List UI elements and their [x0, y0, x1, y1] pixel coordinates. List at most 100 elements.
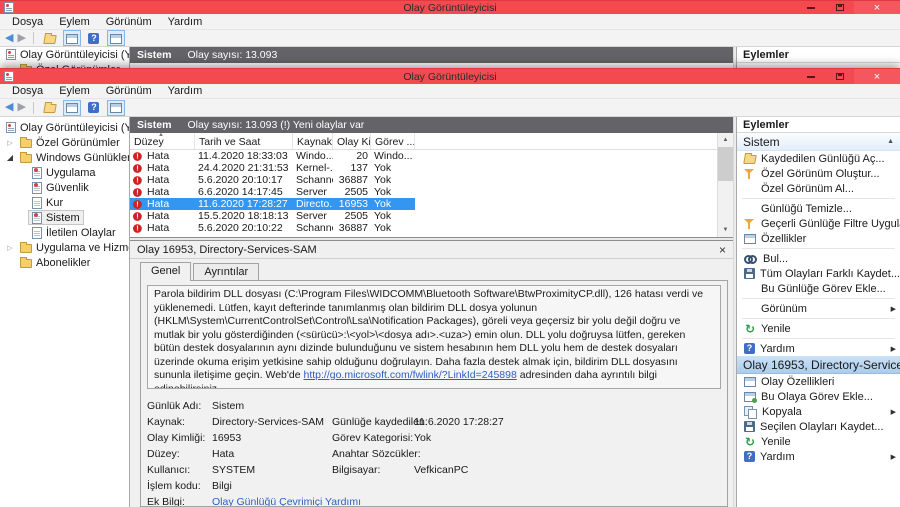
- help-button[interactable]: [85, 100, 103, 116]
- log-summary-bar: Sistem Olay sayısı: 13.093 (!) Yeni olay…: [130, 117, 733, 133]
- column-header-3[interactable]: Olay Ki...: [333, 133, 371, 149]
- action-0-9[interactable]: Tüm Olayları Farklı Kaydet...: [737, 266, 900, 281]
- scroll-down-icon[interactable]: ▼: [718, 223, 733, 237]
- menu-item-1[interactable]: Eylem: [51, 85, 98, 97]
- action-1-4[interactable]: Yenile: [737, 434, 900, 449]
- menu-item-0[interactable]: Dosya: [4, 85, 51, 97]
- scrollbar-thumb[interactable]: [718, 147, 733, 181]
- action-0-14[interactable]: Yenile: [737, 321, 900, 336]
- show-console-tree-button[interactable]: [63, 100, 81, 116]
- menu-item-2[interactable]: Görünüm: [98, 85, 160, 97]
- event-row-4[interactable]: Hata11.6.2020 17:28:27Directo...16953Yok: [130, 198, 415, 210]
- tree-item-8[interactable]: ▷Uygulama ve Hizmet Günlükleri: [0, 240, 129, 255]
- action-1-2[interactable]: Kopyala▶: [737, 404, 900, 419]
- actions-pane-title: Eylemler: [737, 47, 900, 63]
- close-button[interactable]: ×: [854, 69, 900, 84]
- menu-item-3[interactable]: Yardım: [160, 85, 211, 97]
- forward-icon[interactable]: ▶: [17, 33, 25, 44]
- menu-item-2[interactable]: Görünüm: [98, 16, 160, 28]
- field-label: Anahtar Sözcükler:: [332, 446, 414, 462]
- menu-item-3[interactable]: Yardım: [160, 16, 211, 28]
- action-0-10[interactable]: Bu Günlüğe Görev Ekle...: [737, 281, 900, 296]
- event-row-0[interactable]: Hata11.4.2020 18:33:03Windo...20Windo...: [130, 150, 415, 162]
- tab-details[interactable]: Ayrıntılar: [193, 263, 259, 280]
- menu-item-0[interactable]: Dosya: [4, 16, 51, 28]
- event-event_id-cell: 20: [333, 150, 371, 162]
- app-icon[interactable]: [4, 71, 14, 82]
- expander-icon[interactable]: ▷: [4, 244, 16, 252]
- app-icon[interactable]: [4, 2, 14, 13]
- field-label: Görev Kategorisi:: [332, 430, 414, 446]
- event-row-6[interactable]: Hata5.6.2020 20:10:22Schannel36887Yok: [130, 222, 415, 234]
- action-section-1[interactable]: Olay 16953, Directory-Services-...▲: [737, 356, 900, 374]
- forward-icon[interactable]: ▶: [17, 102, 25, 113]
- tree-item-1[interactable]: ▷Özel Görünümler: [0, 135, 129, 150]
- tree-item-0[interactable]: Olay Görüntüleyicisi (Yerel): [0, 120, 129, 135]
- table-scrollbar[interactable]: ▲ ▼: [717, 133, 733, 237]
- action-0-12[interactable]: Görünüm▶: [737, 301, 900, 316]
- tree-item-7[interactable]: İletilen Olaylar: [0, 225, 129, 240]
- show-console-tree-button[interactable]: [63, 30, 81, 46]
- tab-general[interactable]: Genel: [140, 262, 191, 281]
- tree-item-root[interactable]: Olay Görüntüleyicisi (Yerel): [0, 47, 129, 62]
- action-0-0[interactable]: Kaydedilen Günlüğü Aç...: [737, 151, 900, 166]
- spacer-icon: [744, 204, 756, 214]
- event-row-3[interactable]: Hata6.6.2020 14:17:45Server2505Yok: [130, 186, 415, 198]
- back-icon[interactable]: ◀: [5, 102, 13, 113]
- action-1-3[interactable]: Seçilen Olayları Kaydet...: [737, 419, 900, 434]
- action-0-4[interactable]: Günlüğü Temizle...: [737, 201, 900, 216]
- action-1-5[interactable]: Yardım▶: [737, 449, 900, 464]
- action-0-6[interactable]: Özellikler: [737, 231, 900, 246]
- column-header-4[interactable]: Görev ...: [371, 133, 415, 149]
- tree-item-6[interactable]: Sistem: [0, 210, 129, 225]
- maximize-button[interactable]: [825, 1, 854, 14]
- log-name: Sistem: [137, 119, 171, 131]
- tree-item-3[interactable]: Uygulama: [0, 165, 129, 180]
- action-0-1[interactable]: Özel Görünüm Oluştur...: [737, 166, 900, 181]
- collapse-icon[interactable]: ▲: [883, 138, 894, 145]
- show-action-pane-button[interactable]: [107, 30, 125, 46]
- event-row-1[interactable]: Hata24.4.2020 21:31:53Kernel-...137Yok: [130, 162, 415, 174]
- action-0-8[interactable]: Bul...: [737, 251, 900, 266]
- action-section-0[interactable]: Sistem▲: [737, 133, 900, 151]
- column-header-1[interactable]: Tarih ve Saat: [195, 133, 293, 149]
- tree-item-4[interactable]: Güvenlik: [0, 180, 129, 195]
- tree-item-9[interactable]: Abonelikler: [0, 255, 129, 270]
- maximize-button[interactable]: [825, 69, 854, 84]
- show-action-pane-button[interactable]: [107, 100, 125, 116]
- action-0-2[interactable]: Özel Görünüm Al...: [737, 181, 900, 196]
- close-button[interactable]: ×: [854, 1, 900, 14]
- event-datetime-cell: 11.6.2020 17:28:27: [195, 198, 293, 210]
- minimize-button[interactable]: [796, 1, 825, 14]
- filter-icon: [744, 168, 756, 180]
- event-detail-title: Olay 16953, Directory-Services-SAM: [137, 244, 317, 256]
- action-1-1[interactable]: Bu Olaya Görev Ekle...: [737, 389, 900, 404]
- event-log-online-help-link[interactable]: Olay Günlüğü Çevrimiçi Yardımı: [212, 496, 361, 507]
- log-summary-bar: Sistem Olay sayısı: 13.093: [130, 47, 733, 63]
- tree-item-5[interactable]: Kur: [0, 195, 129, 210]
- description-link[interactable]: http://go.microsoft.com/fwlink/?LinkId=2…: [303, 369, 516, 381]
- open-saved-log-button[interactable]: [41, 30, 59, 46]
- event-row-2[interactable]: Hata5.6.2020 20:10:17Schannel36887Yok: [130, 174, 415, 186]
- minimize-button[interactable]: [796, 69, 825, 84]
- action-0-5[interactable]: Geçerli Günlüğe Filtre Uygula...: [737, 216, 900, 231]
- event-task-cell: Yok: [371, 222, 415, 234]
- column-header-2[interactable]: Kaynak: [293, 133, 333, 149]
- action-0-16[interactable]: Yardım▶: [737, 341, 900, 356]
- help-button[interactable]: [85, 30, 103, 46]
- column-header-0[interactable]: Düzey▲: [130, 133, 195, 149]
- close-detail-icon[interactable]: ×: [719, 244, 726, 256]
- back-icon[interactable]: ◀: [5, 33, 13, 44]
- action-1-0[interactable]: Olay Özellikleri: [737, 374, 900, 389]
- expander-icon[interactable]: ◢: [4, 153, 16, 162]
- open-saved-log-button[interactable]: [41, 100, 59, 116]
- expander-icon[interactable]: ▷: [4, 139, 16, 147]
- event-level: Hata: [147, 222, 169, 234]
- event-row-5[interactable]: Hata15.5.2020 18:18:13Server2505Yok: [130, 210, 415, 222]
- scroll-up-icon[interactable]: ▲: [718, 133, 733, 147]
- filter-icon: [744, 218, 756, 230]
- tree-item-2[interactable]: ◢Windows Günlükleri: [0, 150, 129, 165]
- column-header-fill: [415, 133, 717, 149]
- menu-item-1[interactable]: Eylem: [51, 16, 98, 28]
- tree-item-label: Sistem: [46, 212, 80, 224]
